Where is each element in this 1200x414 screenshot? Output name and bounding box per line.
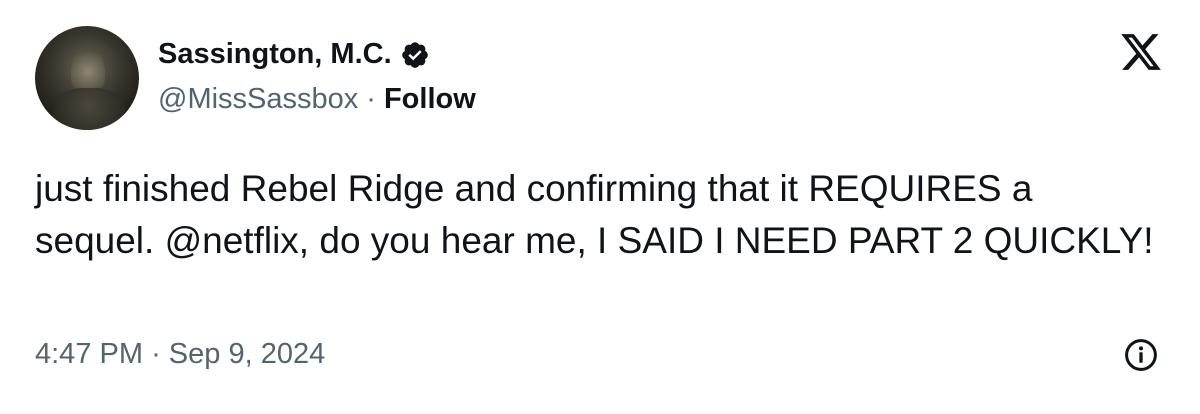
timestamp-separator: ·	[151, 338, 161, 370]
follow-button[interactable]: Follow	[384, 83, 476, 116]
handle-row: @MissSassbox · Follow	[158, 83, 476, 116]
tweet-date: Sep 9, 2024	[168, 338, 326, 370]
author-name-row: Sassington, M.C.	[158, 38, 430, 71]
author-handle[interactable]: @MissSassbox	[158, 83, 358, 116]
verified-badge-icon	[401, 41, 428, 68]
tweet-text: just finished Rebel Ridge and confirming…	[35, 168, 1154, 261]
handle-separator: ·	[366, 83, 376, 115]
info-icon[interactable]	[1123, 337, 1159, 373]
x-logo-icon[interactable]	[1118, 30, 1164, 74]
avatar[interactable]	[35, 26, 139, 130]
tweet-timestamp[interactable]: 4:47 PM · Sep 9, 2024	[35, 338, 325, 371]
tweet-time: 4:47 PM	[35, 338, 143, 370]
display-name[interactable]: Sassington, M.C.	[158, 38, 392, 71]
